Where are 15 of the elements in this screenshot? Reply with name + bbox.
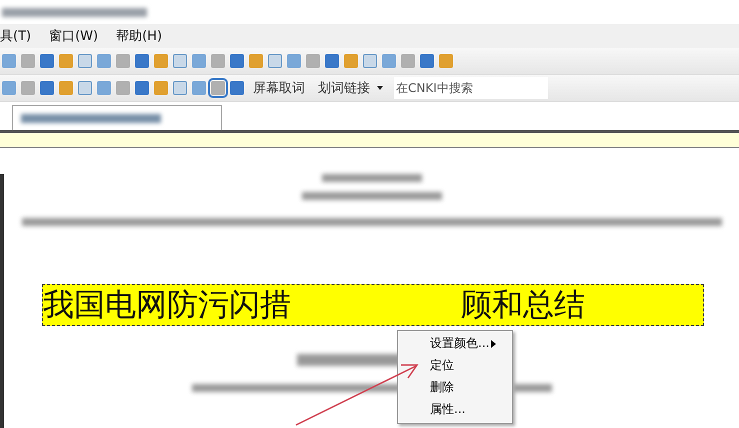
- dropdown-caret-icon[interactable]: [377, 86, 383, 90]
- menu-item[interactable]: 窗口(W): [49, 27, 98, 45]
- title-text: 我国电网防污闪措: [43, 286, 291, 325]
- screen-word-button[interactable]: 屏幕取词: [249, 79, 309, 97]
- title-text: 顾和总结: [461, 286, 585, 325]
- clipboard-icon[interactable]: [211, 81, 225, 95]
- context-menu-item[interactable]: 定位: [398, 355, 512, 377]
- word-link-button[interactable]: 划词链接: [314, 79, 374, 97]
- document-tab[interactable]: [12, 105, 222, 130]
- menu-item[interactable]: 帮助(H): [116, 27, 162, 45]
- menu-item[interactable]: 具(T): [0, 27, 32, 45]
- context-menu-item[interactable]: 设置颜色...: [398, 333, 512, 355]
- context-menu-item[interactable]: 删除: [398, 377, 512, 399]
- search-field[interactable]: 在CNKI中搜索: [394, 77, 548, 99]
- context-menu-item[interactable]: 属性...: [398, 399, 512, 421]
